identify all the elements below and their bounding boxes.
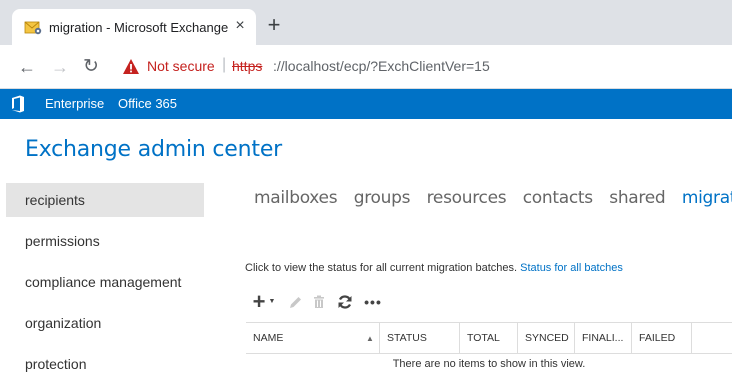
reload-button[interactable]: ↻ bbox=[81, 56, 101, 78]
browser-tab-strip: migration - Microsoft Exchange × + bbox=[0, 0, 732, 45]
migration-batches-table: NAME ▲ STATUS TOTAL SYNCED FINALI... FAI… bbox=[246, 322, 732, 376]
delete-trash-icon[interactable] bbox=[311, 291, 327, 313]
exchange-favicon-icon bbox=[24, 21, 42, 35]
tab-title: migration - Microsoft Exchange bbox=[49, 20, 229, 35]
more-options-icon[interactable]: ••• bbox=[364, 291, 382, 313]
forward-button[interactable]: → bbox=[50, 56, 70, 78]
url-text[interactable]: ://localhost/ecp/?ExchClientVer=15 bbox=[273, 58, 490, 74]
tab-shared[interactable]: shared bbox=[609, 188, 665, 208]
column-header-status[interactable]: STATUS bbox=[380, 323, 460, 354]
sidebar-item-organization[interactable]: organization bbox=[6, 306, 204, 340]
column-header-failed[interactable]: FAILED bbox=[632, 323, 692, 354]
page-title: Exchange admin center bbox=[25, 137, 282, 162]
not-secure-label[interactable]: Not secure bbox=[147, 58, 215, 74]
close-tab-icon[interactable]: × bbox=[230, 15, 250, 37]
sidebar-item-protection[interactable]: protection bbox=[6, 347, 204, 376]
tab-resources[interactable]: resources bbox=[427, 188, 507, 208]
browser-toolbar: ← → ↻ Not secure | https ://localhost/ec… bbox=[0, 45, 732, 89]
tab-mailboxes[interactable]: mailboxes bbox=[254, 188, 338, 208]
tab-migration[interactable]: migration bbox=[682, 188, 732, 208]
migration-info-text: Click to view the status for all current… bbox=[245, 262, 521, 274]
column-header-synced[interactable]: SYNCED bbox=[518, 323, 575, 354]
table-header: NAME ▲ STATUS TOTAL SYNCED FINALI... FAI… bbox=[246, 322, 732, 354]
tab-groups[interactable]: groups bbox=[354, 188, 411, 208]
sidebar-item-compliance-management[interactable]: compliance management bbox=[6, 265, 204, 299]
tab-contacts[interactable]: contacts bbox=[523, 188, 593, 208]
url-separator: | bbox=[222, 56, 227, 73]
column-header-name[interactable]: NAME ▲ bbox=[246, 323, 380, 354]
office365-nav-bar: Enterprise Office 365 bbox=[0, 89, 732, 119]
column-header-name-label: NAME bbox=[253, 332, 284, 344]
sidebar-item-recipients[interactable]: recipients bbox=[6, 183, 204, 217]
warning-icon[interactable] bbox=[122, 58, 140, 75]
browser-tab[interactable]: migration - Microsoft Exchange × bbox=[12, 9, 256, 45]
column-header-finalized[interactable]: FINALI... bbox=[575, 323, 632, 354]
nav-office-365[interactable]: Office 365 bbox=[118, 96, 177, 111]
refresh-icon[interactable] bbox=[336, 291, 354, 313]
sub-tabs: mailboxes groups resources contacts shar… bbox=[254, 188, 732, 212]
back-button[interactable]: ← bbox=[17, 56, 37, 78]
sidebar-item-permissions[interactable]: permissions bbox=[6, 224, 204, 258]
edit-pencil-icon[interactable] bbox=[286, 291, 304, 313]
sort-ascending-icon: ▲ bbox=[366, 334, 374, 343]
add-icon[interactable]: + bbox=[250, 291, 268, 313]
new-tab-button[interactable]: + bbox=[262, 14, 286, 38]
status-for-all-batches-link[interactable]: Status for all batches bbox=[520, 262, 623, 274]
add-dropdown-caret-icon[interactable]: ▼ bbox=[268, 291, 276, 313]
url-scheme[interactable]: https bbox=[232, 58, 262, 74]
migration-info: Click to view the status for all current… bbox=[245, 262, 623, 274]
column-header-total[interactable]: TOTAL bbox=[460, 323, 518, 354]
empty-table-message: There are no items to show in this view. bbox=[392, 358, 586, 370]
sidebar: recipients permissions compliance manage… bbox=[6, 182, 204, 376]
nav-enterprise[interactable]: Enterprise bbox=[45, 96, 104, 111]
office-logo-icon[interactable] bbox=[10, 95, 26, 113]
